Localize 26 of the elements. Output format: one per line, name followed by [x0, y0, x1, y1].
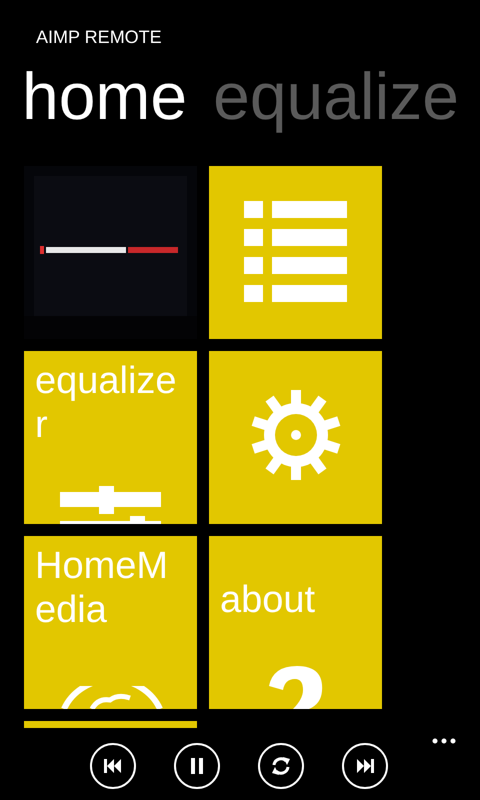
- next-icon: [357, 759, 374, 773]
- tile[interactable]: [209, 166, 382, 339]
- question-icon: [269, 666, 324, 709]
- previous-button[interactable]: [90, 743, 136, 789]
- list-icon: [244, 201, 347, 304]
- tile[interactable]: HomeMedia: [24, 536, 197, 709]
- settings-icon: [251, 389, 341, 481]
- tile[interactable]: equalizer: [24, 351, 197, 524]
- tile-label: equalizer: [35, 359, 178, 447]
- pause-button[interactable]: [174, 743, 220, 789]
- tile[interactable]: [209, 351, 382, 524]
- app-title: AIMP REMOTE: [36, 27, 162, 48]
- repeat-icon: [272, 757, 290, 775]
- sliders-icon: [60, 486, 161, 524]
- pivot-header[interactable]: equalize: [213, 60, 459, 132]
- tile-label: HomeMedia: [35, 544, 170, 632]
- tile[interactable]: [24, 721, 197, 728]
- repeat-button[interactable]: [258, 743, 304, 789]
- pause-icon: [191, 758, 203, 774]
- previous-icon: [104, 759, 121, 773]
- tile-label: about: [220, 578, 316, 622]
- pivot-header[interactable]: home: [22, 60, 188, 132]
- more-icon[interactable]: [432, 738, 456, 744]
- tile[interactable]: about: [209, 536, 382, 709]
- globe-icon: [60, 686, 164, 709]
- next-button[interactable]: [342, 743, 388, 789]
